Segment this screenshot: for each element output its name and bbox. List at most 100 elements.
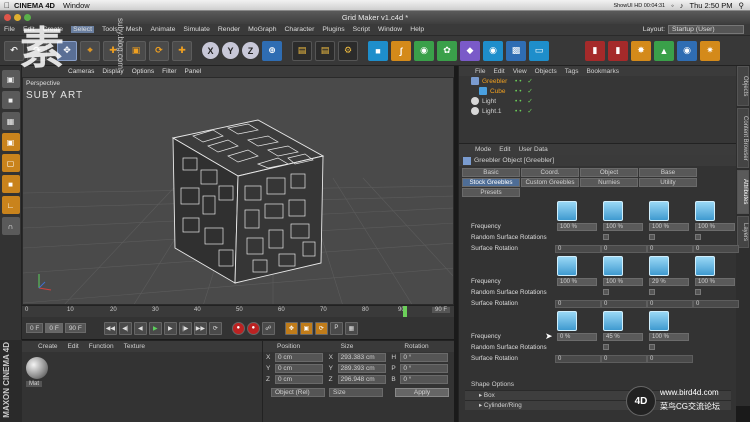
- tab-layers[interactable]: Layers: [737, 216, 749, 248]
- model-mode-icon[interactable]: ■: [1, 91, 20, 109]
- tab-object[interactable]: Object: [580, 168, 638, 177]
- plugin-a-icon[interactable]: ▮: [585, 40, 605, 61]
- visibility-flags[interactable]: •• ✓: [515, 97, 535, 105]
- record-icon[interactable]: ●: [231, 321, 245, 335]
- greeble-shape-icon[interactable]: [649, 311, 669, 331]
- visibility-flags[interactable]: •• ✓: [515, 107, 535, 115]
- edges-mode-icon[interactable]: ▢: [1, 154, 20, 172]
- render-settings-icon[interactable]: ⚙: [338, 40, 358, 61]
- rotate-icon[interactable]: ⟳: [149, 40, 169, 61]
- rotation-h-field[interactable]: 0 °: [400, 353, 449, 362]
- object-row-light[interactable]: Light •• ✓: [459, 96, 736, 106]
- surface-rotation-field[interactable]: 0: [601, 300, 647, 308]
- viewport-menu-panel[interactable]: Panel: [185, 68, 202, 75]
- position-y-field[interactable]: 0 cm: [275, 364, 323, 373]
- frequency-field[interactable]: 45 %: [603, 333, 643, 341]
- volume-icon[interactable]: ♪: [680, 1, 684, 10]
- plugin-f-icon[interactable]: ✷: [700, 40, 720, 61]
- random-rotation-checkbox[interactable]: [649, 289, 655, 295]
- material-menu-function[interactable]: Function: [89, 343, 114, 350]
- random-rotation-checkbox[interactable]: [603, 234, 609, 240]
- coordinate-system-icon[interactable]: ⊕: [262, 40, 282, 61]
- array-icon[interactable]: ✿: [437, 40, 457, 61]
- render-view-icon[interactable]: ▤: [292, 40, 312, 61]
- scene-object-icon[interactable]: ◉: [483, 40, 503, 61]
- object-menu-file[interactable]: File: [475, 68, 485, 75]
- greeble-shape-icon[interactable]: [695, 256, 715, 276]
- random-rotation-checkbox[interactable]: [603, 344, 609, 350]
- object-menu-bookmarks[interactable]: Bookmarks: [586, 68, 619, 75]
- app-name-menu[interactable]: CINEMA 4D: [14, 1, 55, 10]
- play-icon[interactable]: ▶: [148, 321, 162, 335]
- frequency-field[interactable]: 100 %: [695, 223, 735, 231]
- surface-rotation-field[interactable]: 0: [555, 245, 601, 253]
- greeble-shape-icon[interactable]: [557, 201, 577, 221]
- coordinate-mode-dropdown[interactable]: Object (Rel): [271, 388, 325, 397]
- layout-dropdown[interactable]: Startup (User): [668, 25, 744, 34]
- menu-mograph[interactable]: MoGraph: [248, 26, 276, 33]
- floor-icon[interactable]: ▭: [529, 40, 549, 61]
- spline-icon[interactable]: ∫: [391, 40, 411, 61]
- menu-window[interactable]: Window: [378, 26, 402, 33]
- apple-icon[interactable]: : [0, 1, 14, 10]
- plugin-d-icon[interactable]: ▲: [654, 40, 674, 61]
- object-name[interactable]: Light.1: [482, 108, 502, 115]
- go-to-end-icon[interactable]: ▶▶: [193, 321, 207, 335]
- object-name[interactable]: Greebler: [482, 78, 507, 85]
- snap-icon[interactable]: ∩: [1, 217, 20, 235]
- tab-utility[interactable]: Utility: [639, 178, 697, 187]
- random-rotation-checkbox[interactable]: [649, 344, 655, 350]
- attribute-menu-user-data[interactable]: User Data: [518, 146, 547, 153]
- greeble-shape-icon[interactable]: [603, 311, 623, 331]
- menu-animate[interactable]: Animate: [150, 26, 175, 33]
- tab-nurnies[interactable]: Nurnies: [580, 178, 638, 187]
- surface-rotation-field[interactable]: 0: [647, 300, 693, 308]
- greeble-shape-icon[interactable]: [603, 256, 623, 276]
- timeline-ruler[interactable]: 0 10 20 30 40 50 60 70 80 90 90 F: [22, 305, 454, 318]
- plugin-b-icon[interactable]: ▮: [608, 40, 628, 61]
- texture-mode-icon[interactable]: ▦: [1, 112, 20, 130]
- tab-objects[interactable]: Objects: [737, 66, 749, 106]
- make-editable-icon[interactable]: ▣: [1, 70, 20, 88]
- add-icon[interactable]: ✚: [172, 40, 192, 61]
- frequency-field[interactable]: 100 %: [557, 223, 597, 231]
- menu-file[interactable]: File: [4, 26, 15, 33]
- window-menu[interactable]: Window: [63, 1, 90, 10]
- cube-primitive-icon[interactable]: ■: [368, 40, 388, 61]
- surface-rotation-field[interactable]: 0: [601, 355, 647, 363]
- menu-render[interactable]: Render: [218, 26, 240, 33]
- visibility-flags[interactable]: •• ✓: [515, 87, 535, 95]
- wifi-icon[interactable]: ◦: [671, 1, 674, 10]
- greebled-cube[interactable]: [171, 119, 325, 284]
- end-frame-field[interactable]: 90 F: [64, 323, 86, 333]
- frequency-field[interactable]: 100 %: [557, 278, 597, 286]
- key-scale-icon[interactable]: ▣: [299, 321, 313, 335]
- greeble-shape-icon[interactable]: [557, 311, 577, 331]
- random-rotation-checkbox[interactable]: [695, 289, 701, 295]
- frequency-field[interactable]: 0 %: [557, 333, 597, 341]
- viewport-menu-filter[interactable]: Filter: [162, 68, 176, 75]
- axis-mode-icon[interactable]: ∟: [1, 196, 20, 214]
- object-name[interactable]: Light: [482, 98, 496, 105]
- greeble-shape-icon[interactable]: [695, 201, 715, 221]
- plugin-e-icon[interactable]: ◉: [677, 40, 697, 61]
- size-x-field[interactable]: 293.383 cm: [337, 353, 386, 362]
- search-icon[interactable]: ⚲: [739, 1, 745, 10]
- frequency-field[interactable]: 100 %: [603, 223, 643, 231]
- menu-plugins[interactable]: Plugins: [322, 26, 344, 33]
- rotation-b-field[interactable]: 0 °: [400, 375, 449, 384]
- object-row-cube[interactable]: Cube •• ✓: [459, 86, 736, 96]
- go-to-start-icon[interactable]: ◀◀: [103, 321, 117, 335]
- material-name[interactable]: Mat: [26, 381, 43, 387]
- frequency-field[interactable]: 100 %: [695, 278, 735, 286]
- object-menu-edit[interactable]: Edit: [493, 68, 504, 75]
- close-window-button[interactable]: [4, 14, 11, 21]
- greeble-shape-icon[interactable]: [649, 201, 669, 221]
- timeline-end-field[interactable]: 90 F: [431, 307, 450, 313]
- surface-rotation-field[interactable]: 0: [601, 245, 647, 253]
- material-menu-texture[interactable]: Texture: [124, 343, 145, 350]
- object-menu-tags[interactable]: Tags: [565, 68, 579, 75]
- frequency-field[interactable]: 100 %: [603, 278, 643, 286]
- tab-custom-greebles[interactable]: Custom Greebles: [521, 178, 579, 187]
- random-rotation-checkbox[interactable]: [603, 289, 609, 295]
